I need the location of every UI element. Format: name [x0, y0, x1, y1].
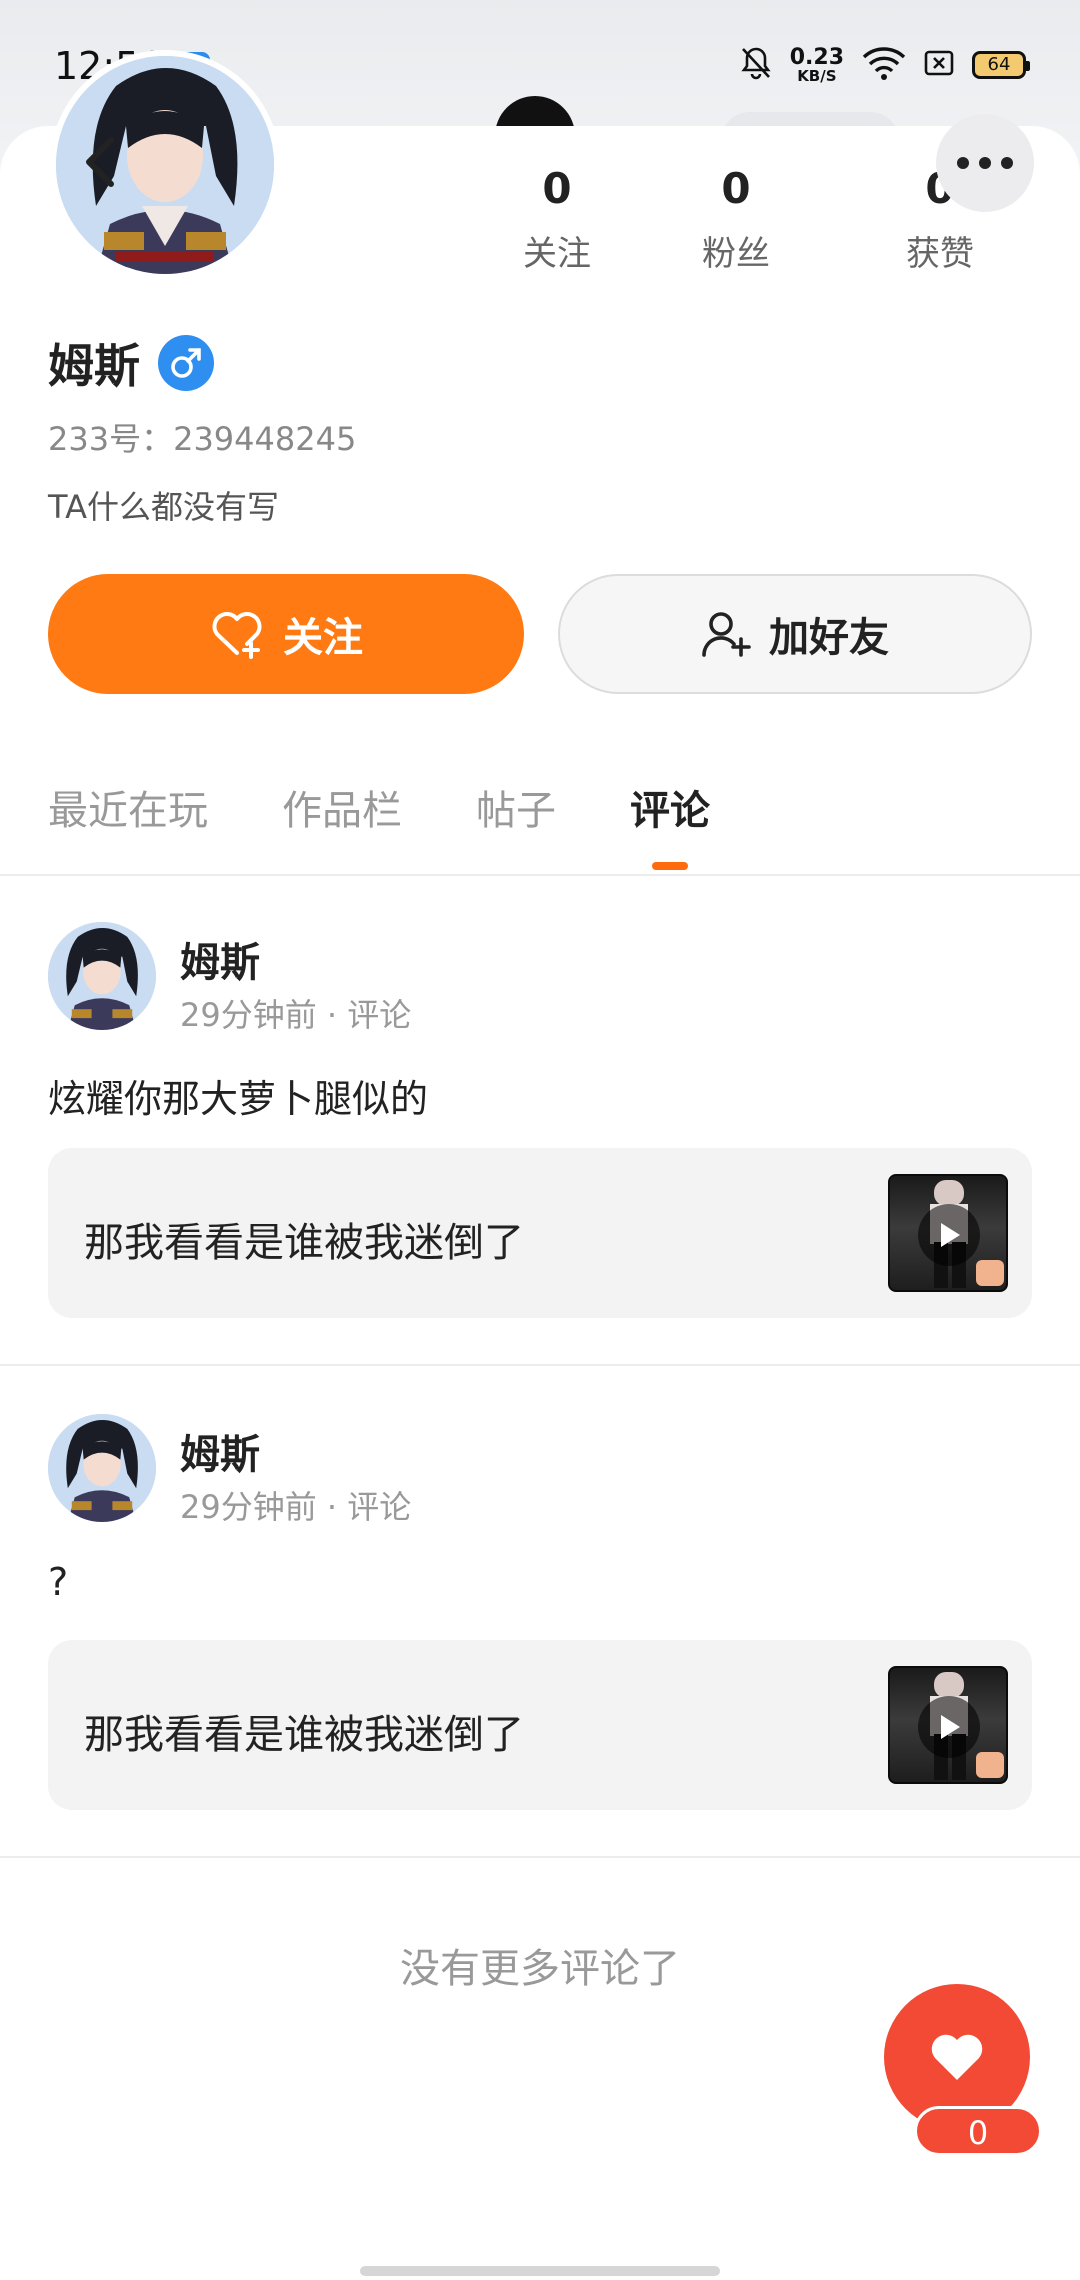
stat-value: 0 [721, 164, 751, 213]
home-indicator[interactable] [360, 2266, 720, 2276]
like-count-badge: 0 [914, 2106, 1042, 2156]
stat-followers[interactable]: 0 粉丝 [634, 164, 838, 275]
tab-active-indicator [652, 862, 688, 870]
comment-meta: 29分钟前 · 评论 [180, 996, 412, 1034]
profile-tabs: 最近在玩 作品栏 帖子 评论 [48, 778, 784, 870]
comment-item: 姆斯 29分钟前 · 评论 ? 那我看看是谁被我迷倒了 [0, 1414, 1080, 1814]
back-button[interactable] [70, 132, 130, 192]
play-icon [918, 1204, 980, 1266]
tab-posts[interactable]: 帖子 [476, 778, 556, 866]
comment-author[interactable]: 姆斯 [180, 930, 260, 988]
referenced-post-title: 那我看看是谁被我迷倒了 [84, 1220, 524, 1266]
battery-icon: 64 [972, 51, 1030, 79]
add-user-icon [702, 612, 751, 657]
bell-off-icon [740, 46, 772, 84]
status-icons: 0.23 KB/S 64 [740, 42, 1030, 88]
more-dot-icon [957, 157, 969, 169]
avatar[interactable] [48, 1414, 156, 1522]
bio: TA什么都没有写 [48, 488, 279, 526]
add-friend-label: 加好友 [769, 616, 889, 660]
more-dot-icon [979, 157, 991, 169]
account-id: 233号：239448245 [48, 420, 357, 458]
comment-meta: 29分钟前 · 评论 [180, 1488, 412, 1526]
stat-value: 0 [542, 164, 572, 213]
net-speed: 0.23 KB/S [789, 44, 844, 85]
no-more-comments: 没有更多评论了 [400, 1946, 680, 1992]
tab-comments[interactable]: 评论 [630, 778, 710, 870]
divider [0, 1856, 1080, 1858]
wifi-icon [862, 46, 906, 84]
video-thumbnail [888, 1174, 1008, 1292]
referenced-post[interactable]: 那我看看是谁被我迷倒了 [48, 1148, 1032, 1318]
male-gender-icon [158, 335, 214, 391]
follow-button-label: 关注 [283, 616, 363, 660]
stat-label: 粉丝 [702, 234, 770, 275]
follow-button[interactable]: 关注 [48, 574, 524, 694]
video-thumbnail [888, 1666, 1008, 1784]
divider [0, 874, 1080, 876]
stat-label: 关注 [523, 234, 591, 275]
stat-following[interactable]: 0 关注 [480, 164, 634, 275]
divider [0, 1364, 1080, 1366]
play-icon [918, 1696, 980, 1758]
comment-text: 炫耀你那大萝卜腿似的 [48, 1077, 429, 1121]
referenced-post-title: 那我看看是谁被我迷倒了 [84, 1712, 524, 1758]
more-options-button[interactable] [936, 114, 1034, 212]
avatar[interactable] [48, 922, 156, 1030]
tab-recently-played[interactable]: 最近在玩 [48, 778, 208, 866]
sim-x-icon [924, 48, 954, 82]
username: 姆斯 [48, 339, 140, 393]
chevron-left-icon [86, 137, 114, 187]
stat-label: 获赞 [906, 234, 974, 275]
tab-works[interactable]: 作品栏 [282, 778, 402, 866]
referenced-post[interactable]: 那我看看是谁被我迷倒了 [48, 1640, 1032, 1810]
heart-plus-icon [212, 612, 262, 659]
heart-icon [931, 2034, 983, 2080]
comment-author[interactable]: 姆斯 [180, 1422, 260, 1480]
comment-text: ? [48, 1560, 69, 1604]
more-dot-icon [1001, 157, 1013, 169]
add-friend-button[interactable]: 加好友 [558, 574, 1032, 694]
comment-item: 姆斯 29分钟前 · 评论 炫耀你那大萝卜腿似的 那我看看是谁被我迷倒了 [0, 922, 1080, 1322]
username-row: 姆斯 [48, 330, 214, 396]
